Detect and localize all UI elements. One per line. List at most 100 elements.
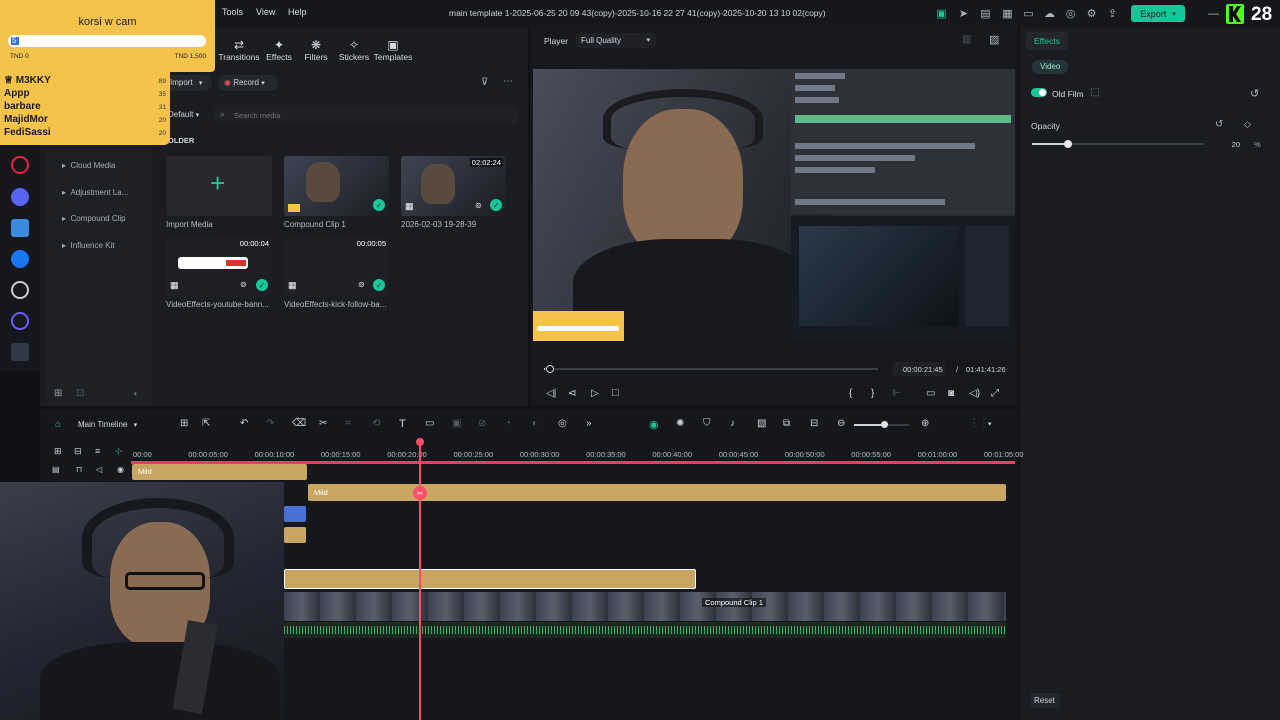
snapshot-icon[interactable]: ▨ — [989, 33, 999, 46]
play-icon[interactable]: ▷ — [591, 388, 599, 399]
prev-frame-icon[interactable]: ◁| — [546, 388, 556, 399]
grid-icon[interactable]: ▥ — [962, 34, 971, 45]
mute-icon[interactable]: ◁ — [96, 465, 102, 474]
zoom-in-icon[interactable]: ⊕ — [921, 418, 929, 429]
search-box[interactable]: ⌕ — [214, 107, 518, 123]
tab-effects[interactable]: Effects — [1026, 32, 1068, 50]
more-tools-icon[interactable]: » — [586, 418, 592, 429]
media-thumbnail-youtube-banner[interactable]: 00:00:04 ▦ ⊚ ✓ — [166, 237, 272, 297]
import-media-tile[interactable]: + — [166, 156, 272, 216]
timeline-selector[interactable]: Main Timeline ▾ — [78, 420, 137, 429]
media-thumbnail-kick-banner[interactable]: 00:00:05 ▦ ⊚ ✓ — [284, 237, 389, 297]
timeline-clip-audio[interactable] — [284, 622, 1006, 638]
color-icon[interactable]: ◐ — [532, 418, 538, 429]
timeline-clip-effect[interactable] — [284, 506, 306, 522]
obs-icon[interactable] — [11, 281, 29, 299]
camera-icon[interactable]: ◙ — [948, 388, 954, 399]
freeze-icon[interactable]: ▣ — [452, 418, 461, 429]
mark-out-icon[interactable]: } — [871, 388, 874, 399]
minimize-icon[interactable]: — — [1207, 7, 1220, 20]
record-button[interactable]: ◉ Record ▾ — [218, 75, 278, 91]
app-icon[interactable] — [11, 219, 29, 237]
gift-icon[interactable]: ▣ — [935, 7, 948, 20]
home-icon[interactable]: ⌂ — [55, 419, 61, 430]
reset-button[interactable]: Reset — [1030, 693, 1060, 708]
split-icon[interactable]: ✂ — [319, 418, 327, 429]
fullscreen-icon[interactable]: ⤢ — [991, 388, 999, 399]
play-backwards-icon[interactable]: ⊲ — [568, 388, 576, 399]
track-manager-icon[interactable]: ≡ — [95, 446, 100, 456]
tab-video[interactable]: Video — [1032, 60, 1068, 74]
keyframe-icon[interactable]: ◇ — [1244, 119, 1251, 130]
headset-icon[interactable]: ◎ — [1064, 7, 1077, 20]
timeline-clip-video[interactable]: Compound Clip 1 — [284, 592, 1006, 621]
more-icon[interactable]: ⋯ — [503, 76, 513, 87]
upload-icon[interactable]: ⇪ — [1106, 7, 1119, 20]
marker-icon[interactable]: ⛉ — [703, 418, 711, 429]
playhead-line[interactable] — [419, 440, 421, 720]
mask-icon[interactable]: ⊘ — [478, 418, 486, 429]
reset-icon[interactable]: ↺ — [1250, 87, 1259, 100]
reset-icon[interactable]: ↺ — [1215, 119, 1223, 130]
new-folder-icon[interactable]: ⊞ — [54, 388, 62, 399]
rotate-icon[interactable]: ⟲ — [372, 418, 380, 429]
search-input[interactable] — [234, 109, 504, 121]
mic-icon[interactable]: ♪ — [730, 418, 735, 429]
motion-icon[interactable]: ◎ — [558, 418, 567, 429]
messenger-icon[interactable] — [11, 250, 29, 268]
eye-icon[interactable]: ◉ — [117, 465, 124, 474]
playhead-handle[interactable] — [416, 438, 424, 446]
player-seek-track[interactable] — [544, 365, 878, 373]
link-track-icon[interactable]: ⊟ — [74, 446, 82, 457]
image-icon[interactable]: ▦ — [1001, 7, 1014, 20]
menu-view[interactable]: View — [256, 7, 275, 17]
scissors-icon[interactable]: ✂ — [413, 486, 427, 500]
opacity-slider[interactable] — [1032, 140, 1204, 148]
settings-icon[interactable]: ⚙ — [1085, 7, 1098, 20]
add-track-icon[interactable]: ⊞ — [54, 446, 62, 457]
save-icon[interactable]: ▭ — [1022, 7, 1035, 20]
lock-icon[interactable]: ⊓ — [76, 465, 82, 474]
select-tool-icon[interactable]: ⇱ — [202, 418, 210, 429]
stop-icon[interactable]: □ — [612, 387, 619, 399]
cloud-icon[interactable]: ☁ — [1043, 7, 1056, 20]
snap-track-icon[interactable]: ⊹ — [115, 446, 123, 457]
media-thumbnail-recording[interactable]: 02:02:24 ▦ ⊚ ✓ — [401, 156, 506, 216]
volume-icon[interactable]: ◁) — [969, 388, 980, 399]
chevron-down-icon[interactable]: ▾ — [988, 420, 992, 428]
send-icon[interactable]: ➤ — [957, 7, 970, 20]
export-button[interactable]: Export ▾ — [1131, 5, 1185, 22]
effect-settings-icon[interactable]: ⬚ — [1090, 87, 1099, 98]
side-item-cloud-media[interactable]: ▸ Cloud Media — [62, 161, 115, 170]
text-icon[interactable]: T — [399, 418, 406, 430]
quality-dropdown[interactable]: Full Quality ▾ — [576, 33, 656, 48]
transform-icon[interactable]: ▭ — [425, 418, 434, 429]
filter-icon[interactable]: ⊽ — [481, 77, 488, 88]
discord-icon[interactable] — [11, 188, 29, 206]
timeline-clip-overlay[interactable] — [284, 527, 306, 543]
timeline-clip-mild[interactable]: Mild — [132, 464, 307, 480]
menu-help[interactable]: Help — [288, 7, 307, 17]
undo-icon[interactable]: ↶ — [240, 418, 248, 429]
ai-icon[interactable]: ▧ — [757, 418, 766, 429]
pip-icon[interactable]: ⧉ — [783, 418, 790, 429]
display-icon[interactable]: ▭ — [926, 388, 935, 399]
sort-dropdown[interactable]: Default ▾ — [168, 110, 199, 119]
opacity-value[interactable]: 20 — [1210, 137, 1240, 151]
insert-track-icon[interactable]: ⊟ — [810, 418, 818, 429]
crop-icon[interactable]: ⌗ — [345, 418, 351, 429]
track-layout-icon[interactable]: ⋮⋮ — [969, 418, 989, 429]
redo-icon[interactable]: ↷ — [266, 418, 274, 429]
filmora-icon[interactable] — [11, 343, 29, 361]
toolbar-templates[interactable]: ▣ Templates — [368, 38, 418, 62]
player-tab[interactable]: Player — [544, 36, 568, 46]
zoom-slider[interactable] — [854, 421, 909, 428]
folder-icon[interactable]: ⊡ — [76, 388, 84, 399]
side-item-influence-kit[interactable]: ▸ Influence Kit — [62, 241, 115, 250]
old-film-toggle[interactable] — [1031, 88, 1047, 97]
media-thumbnail-compound-clip[interactable]: ✓ — [284, 156, 389, 216]
render-icon[interactable]: ◉ — [649, 418, 659, 431]
timeline-clip-selected[interactable] — [284, 569, 696, 589]
side-item-adjustment-layer[interactable]: ▸ Adjustment La... — [62, 188, 128, 197]
zoom-handle[interactable] — [881, 421, 888, 428]
